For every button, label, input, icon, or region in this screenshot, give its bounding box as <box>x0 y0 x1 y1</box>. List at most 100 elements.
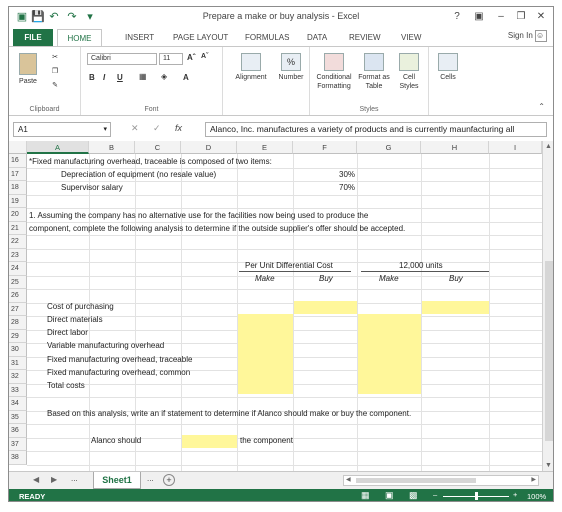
tab-data[interactable]: DATA <box>307 31 327 44</box>
row-header-28[interactable]: 28 <box>9 316 27 330</box>
zoom-slider-thumb[interactable] <box>475 492 478 500</box>
cell-e23[interactable]: Per Unit Differential Cost <box>245 261 333 270</box>
input-e27-e32-make-per-unit[interactable] <box>238 314 293 394</box>
input-d36-decision[interactable] <box>182 435 237 448</box>
select-all-corner[interactable] <box>9 141 27 154</box>
format-painter-icon[interactable]: ✎ <box>49 81 61 91</box>
cell-f24[interactable]: Buy <box>319 274 333 283</box>
number-button[interactable]: % Number <box>275 53 307 82</box>
restore-icon[interactable]: ❐ <box>513 10 529 24</box>
column-header-c[interactable]: C <box>135 141 181 154</box>
borders-icon[interactable]: ▦ <box>139 72 147 81</box>
cell-a29[interactable]: Variable manufacturing overhead <box>47 341 164 350</box>
cell-a28[interactable]: Direct labor <box>47 328 88 337</box>
cell-a30[interactable]: Fixed manufacturing overhead, traceable <box>47 355 192 364</box>
row-header-33[interactable]: 33 <box>9 383 27 397</box>
row-header-26[interactable]: 26 <box>9 289 27 303</box>
name-box-dropdown-icon[interactable]: ▾ <box>103 123 107 136</box>
cell-a16[interactable]: *Fixed manufacturing overhead, traceable… <box>29 157 272 166</box>
tab-file[interactable]: FILE <box>13 29 53 46</box>
bold-button[interactable]: B <box>89 73 95 82</box>
new-sheet-button[interactable]: + <box>163 474 175 486</box>
name-box[interactable]: A1 ▾ <box>13 122 111 137</box>
font-name-select[interactable]: Calibri <box>87 53 157 65</box>
cell-e24[interactable]: Make <box>255 274 275 283</box>
more-sheets-right[interactable]: ... <box>147 474 154 483</box>
input-g27-g32-make-total[interactable] <box>358 314 421 394</box>
cell-a32[interactable]: Total costs <box>47 381 85 390</box>
scroll-right-icon[interactable]: ▶ <box>531 476 536 483</box>
cell-g23[interactable]: 12,000 units <box>399 261 443 270</box>
cell-b36[interactable]: Alanco should <box>91 436 141 445</box>
italic-button[interactable]: I <box>103 73 105 82</box>
scroll-down-icon[interactable]: ▼ <box>545 462 552 469</box>
minimize-icon[interactable]: – <box>493 10 509 24</box>
zoom-level[interactable]: 100% <box>527 492 546 501</box>
column-header-f[interactable]: F <box>293 141 357 154</box>
font-color-icon[interactable]: A <box>183 73 189 82</box>
vertical-scroll-thumb[interactable] <box>545 261 553 441</box>
horizontal-scrollbar[interactable]: ◀ ▶ <box>343 475 539 486</box>
cell-f17[interactable]: 30% <box>339 170 355 179</box>
underline-button[interactable]: U <box>117 73 123 82</box>
cell-h24[interactable]: Buy <box>449 274 463 283</box>
zoom-out-icon[interactable]: – <box>433 490 437 499</box>
cell-styles-button[interactable]: Cell Styles <box>394 53 424 91</box>
alignment-button[interactable]: Alignment <box>231 53 271 82</box>
fill-color-icon[interactable]: ◈ <box>161 72 167 81</box>
worksheet-grid[interactable]: A B C D E F G H I 16 17 18 19 20 21 22 23 24 25 26… <box>9 141 542 471</box>
font-size-select[interactable]: 11 <box>159 53 183 65</box>
column-header-a[interactable]: A <box>27 141 89 154</box>
row-header-35[interactable]: 35 <box>9 410 27 424</box>
cell-a18[interactable]: Supervisor salary <box>61 183 123 192</box>
cells-button[interactable]: Cells <box>433 53 463 82</box>
row-header-20[interactable]: 20 <box>9 208 27 222</box>
cell-f18[interactable]: 70% <box>339 183 355 192</box>
sheet-tab-sheet1[interactable]: Sheet1 <box>93 472 141 489</box>
row-header-22[interactable]: 22 <box>9 235 27 249</box>
column-header-d[interactable]: D <box>181 141 237 154</box>
normal-view-icon[interactable]: ▦ <box>361 490 370 501</box>
row-header-29[interactable]: 29 <box>9 329 27 343</box>
cut-icon[interactable]: ✂ <box>49 53 61 63</box>
row-header-23[interactable]: 23 <box>9 248 27 262</box>
cancel-entry-icon[interactable]: ✕ <box>131 122 139 135</box>
insert-function-button[interactable]: fx <box>175 122 182 135</box>
row-header-19[interactable]: 19 <box>9 194 27 208</box>
row-header-37[interactable]: 37 <box>9 437 27 451</box>
row-header-24[interactable]: 24 <box>9 262 27 276</box>
paste-button[interactable]: Paste <box>15 53 41 86</box>
row-header-27[interactable]: 27 <box>9 302 27 316</box>
more-sheets-left[interactable]: ... <box>71 474 78 483</box>
vertical-scrollbar[interactable]: ▲ ▼ <box>542 141 553 471</box>
column-header-e[interactable]: E <box>237 141 293 154</box>
cell-a17[interactable]: Depreciation of equipment (no resale val… <box>61 170 216 179</box>
sign-in-link[interactable]: Sign In ☺ <box>508 30 547 42</box>
tab-review[interactable]: REVIEW <box>349 31 381 44</box>
cell-e36[interactable]: the component <box>240 436 293 445</box>
row-header-17[interactable]: 17 <box>9 167 27 181</box>
row-header-25[interactable]: 25 <box>9 275 27 289</box>
row-header-36[interactable]: 36 <box>9 424 27 438</box>
column-header-b[interactable]: B <box>89 141 135 154</box>
tab-home[interactable]: HOME <box>57 29 102 47</box>
close-icon[interactable]: ✕ <box>533 10 549 24</box>
copy-icon[interactable]: ❐ <box>49 67 61 77</box>
tab-formulas[interactable]: FORMULAS <box>245 31 289 44</box>
scroll-tabs-right-icon[interactable]: ▶ <box>51 475 57 484</box>
column-header-h[interactable]: H <box>421 141 489 154</box>
tab-page-layout[interactable]: PAGE LAYOUT <box>173 31 228 44</box>
column-header-i[interactable]: I <box>489 141 542 154</box>
row-header-21[interactable]: 21 <box>9 221 27 235</box>
conditional-formatting-button[interactable]: Conditional Formatting <box>314 53 354 91</box>
row-header-16[interactable]: 16 <box>9 154 27 168</box>
decrease-font-icon[interactable]: Aˇ <box>201 53 208 60</box>
row-header-34[interactable]: 34 <box>9 397 27 411</box>
cell-a27[interactable]: Direct materials <box>47 315 103 324</box>
format-as-table-button[interactable]: Format as Table <box>358 53 390 91</box>
scroll-tabs-left-icon[interactable]: ◀ <box>33 475 39 484</box>
horizontal-scroll-thumb[interactable] <box>356 478 476 483</box>
cell-a34[interactable]: Based on this analysis, write an if stat… <box>47 409 411 418</box>
row-header-32[interactable]: 32 <box>9 370 27 384</box>
formula-input[interactable]: Alanco, Inc. manufactures a variety of p… <box>205 122 547 137</box>
